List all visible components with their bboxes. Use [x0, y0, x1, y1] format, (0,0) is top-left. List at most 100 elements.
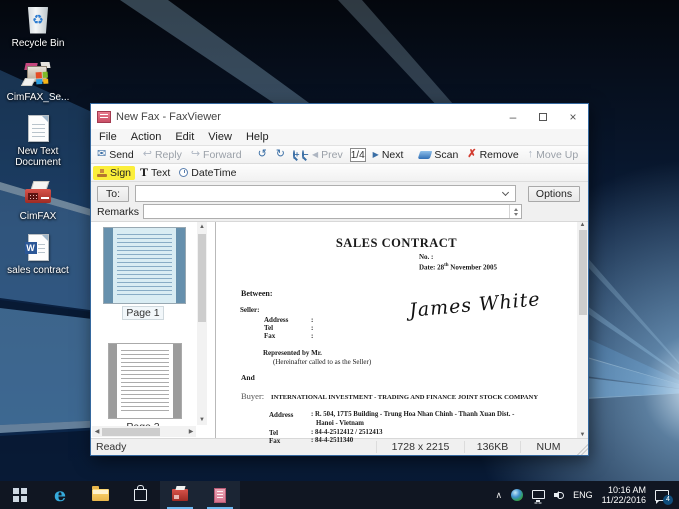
taskbar-cimfax-button[interactable] [160, 481, 200, 509]
document-title: SALES CONTRACT [335, 236, 458, 250]
rotate-right-icon: ↻ [275, 148, 285, 160]
scroll-down-icon[interactable]: ▼ [580, 432, 586, 438]
move-up-button[interactable]: ↑ Move Up [524, 148, 583, 162]
remarks-spinner[interactable] [509, 205, 521, 218]
resize-grip[interactable] [576, 439, 588, 455]
menu-help[interactable]: Help [246, 131, 269, 143]
to-button[interactable]: To: [97, 185, 129, 202]
doc-no-line: No. : [419, 253, 434, 261]
document-scrollbar-vertical[interactable]: ▲ ▼ [577, 222, 588, 438]
doc-seller-fax-label: Fax [264, 332, 276, 340]
doc-hereinafter: (Hereinafter called to as the Seller) [273, 358, 372, 366]
desktop-icon-recycle-bin[interactable]: ♻ Recycle Bin [2, 4, 74, 49]
taskbar-store-button[interactable] [120, 481, 160, 509]
move-up-icon: ↑ [527, 148, 534, 160]
doc-buyer-fax-label: Fax [269, 437, 281, 445]
desktop-icon-cimfax[interactable]: CimFAX [2, 177, 74, 222]
send-button[interactable]: ✉ Send [93, 148, 138, 162]
next-page-button[interactable]: ▶ Next [369, 148, 408, 162]
desktop-icon-sales-contract[interactable]: W sales contract [2, 231, 74, 276]
thumbnail-scrollbar-horizontal[interactable]: ◀ ▶ [92, 426, 196, 437]
reply-button[interactable]: ↩ Reply [139, 148, 186, 162]
fax-document[interactable]: SALES CONTRACT No. : Date: 28th November… [216, 222, 577, 445]
desktop-icon-label: CimFAX [19, 211, 57, 222]
sign-button[interactable]: Sign [93, 165, 136, 180]
scan-icon [418, 150, 433, 159]
recipient-row: To: Options [91, 182, 588, 204]
taskbar-edge-button[interactable]: e [40, 481, 80, 509]
options-button[interactable]: Options [528, 185, 580, 202]
display-icon[interactable] [532, 489, 546, 502]
status-dimensions: 1728 x 2215 [376, 441, 464, 453]
taskbar: e ∧ ENG 10:16 AM 11/22/2016 4 [0, 481, 679, 509]
system-tray: ∧ ENG 10:16 AM 11/22/2016 4 [486, 481, 679, 509]
forward-button[interactable]: ↪ Forward [187, 148, 246, 162]
page-1-thumbnail[interactable] [103, 227, 186, 304]
recycle-bin-icon: ♻ [27, 6, 49, 34]
thumbnail-scrollbar-vertical[interactable]: ▲ ▼ [197, 222, 207, 425]
tray-chevron-up-icon[interactable]: ∧ [496, 490, 503, 501]
edge-icon: e [53, 484, 67, 506]
desktop: ♻ Recycle Bin CimFAX_Se... New Text Docu… [0, 0, 679, 509]
network-status-icon[interactable] [511, 489, 524, 501]
recipient-combobox[interactable] [135, 185, 516, 202]
scroll-right-icon[interactable]: ▶ [186, 428, 196, 435]
doc-between: Between: [241, 289, 273, 298]
menu-bar: File Action Edit View Help [91, 129, 588, 146]
status-num-lock: NUM [520, 441, 576, 453]
scroll-down-icon[interactable]: ▼ [199, 415, 205, 425]
language-indicator[interactable]: ENG [573, 490, 593, 500]
scrollbar-thumb[interactable] [578, 230, 587, 315]
doc-buyer-address-value: : R. 504, 17T5 Building - Trung Hoa Nhan… [311, 411, 515, 418]
desktop-icon-new-text-document[interactable]: New Text Document [2, 112, 74, 168]
rotate-left-button[interactable]: ↺ [254, 148, 271, 161]
scrollbar-thumb[interactable] [198, 234, 206, 322]
remove-button[interactable]: ✗ Remove [463, 148, 522, 162]
minimize-button[interactable]: – [498, 104, 528, 129]
doc-seller-address-label: Address [264, 316, 289, 324]
zoom-out-icon[interactable]: − [302, 150, 308, 159]
menu-action[interactable]: Action [131, 131, 162, 143]
maximize-button[interactable] [528, 104, 558, 129]
menu-edit[interactable]: Edit [175, 131, 194, 143]
scrollbar-thumb[interactable] [102, 427, 160, 436]
word-document-icon: W [24, 233, 49, 261]
start-button[interactable] [0, 481, 40, 509]
move-down-button[interactable]: ↓Move Do [583, 148, 588, 162]
prev-icon: ◀ [312, 150, 319, 159]
datetime-icon [179, 168, 189, 177]
page-1-label[interactable]: Page 1 [93, 306, 193, 320]
close-button[interactable]: × [558, 104, 588, 129]
minimize-icon: – [509, 109, 517, 124]
menu-view[interactable]: View [208, 131, 232, 143]
remarks-input[interactable] [143, 204, 522, 219]
clock[interactable]: 10:16 AM 11/22/2016 [602, 485, 646, 505]
remove-icon: ✗ [467, 148, 477, 160]
thumbnail-panel: Page 1 Page 2 ▲ ▼ ◀ ▶ [91, 222, 216, 438]
title-bar[interactable]: New Fax - FaxViewer – × [91, 104, 588, 129]
rotate-right-button[interactable]: ↻ [272, 148, 289, 161]
document-panel: SALES CONTRACT No. : Date: 28th November… [216, 222, 588, 445]
text-button[interactable]: T Text [136, 166, 174, 180]
desktop-icon-cimfax-setup[interactable]: CimFAX_Se... [2, 58, 74, 103]
text-tool-icon: T [140, 165, 149, 179]
doc-seller-tel-label: Tel [264, 324, 274, 332]
scroll-left-icon[interactable]: ◀ [92, 428, 102, 435]
datetime-button[interactable]: DateTime [175, 166, 240, 180]
maximize-icon [539, 112, 547, 121]
action-center-icon[interactable]: 4 [655, 489, 673, 505]
forward-icon: ↪ [190, 148, 201, 160]
speaker-icon[interactable] [554, 490, 565, 500]
signature-james-white: James White [408, 288, 542, 322]
scan-button[interactable]: Scan [415, 148, 462, 162]
status-filesize: 136KB [464, 441, 520, 453]
page-indicator[interactable]: 1/4 [349, 147, 366, 162]
prev-page-button[interactable]: ◀ Prev [308, 148, 347, 162]
page-2-thumbnail[interactable] [108, 343, 182, 419]
scroll-up-icon[interactable]: ▲ [199, 222, 205, 232]
zoom-in-icon[interactable]: + [293, 150, 299, 159]
taskbar-faxviewer-button[interactable] [200, 481, 240, 509]
menu-file[interactable]: File [99, 131, 117, 143]
notification-badge: 4 [663, 494, 673, 505]
taskbar-file-explorer-button[interactable] [80, 481, 120, 509]
